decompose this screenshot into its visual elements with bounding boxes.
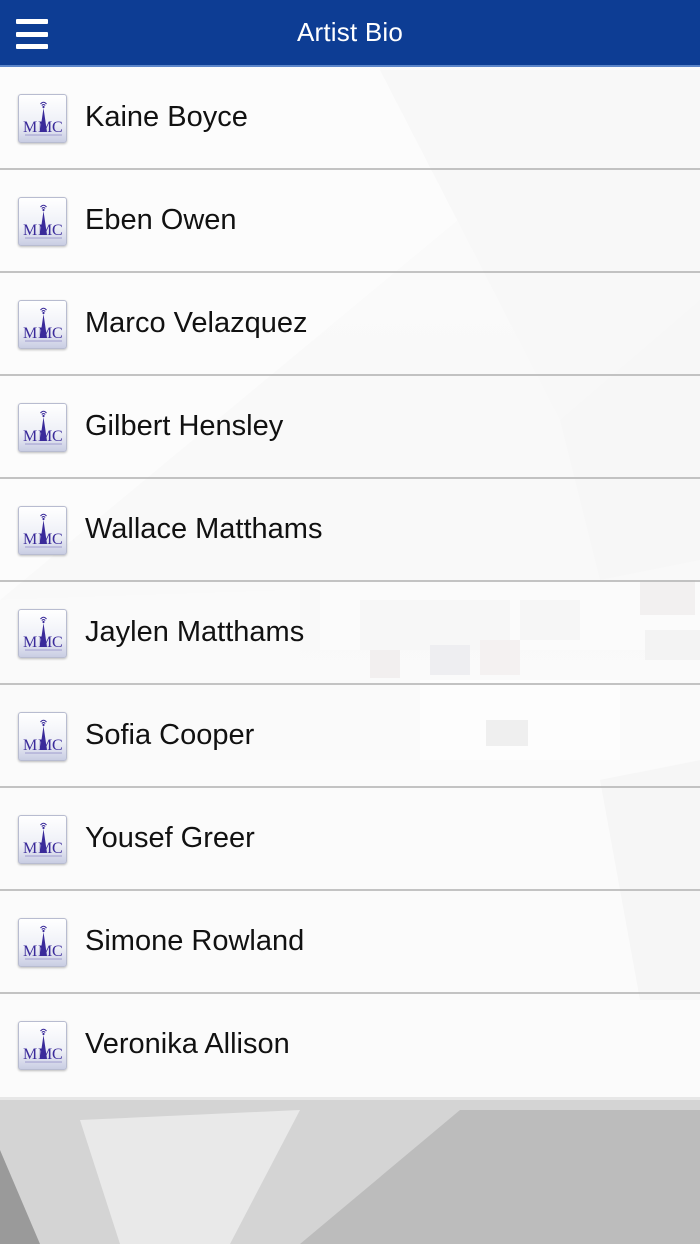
svg-text:C: C bbox=[52, 428, 63, 445]
mmc-logo-icon: M M C bbox=[18, 94, 67, 143]
mmc-logo-icon: M M C bbox=[18, 712, 67, 761]
mmc-logo-icon: M M C bbox=[18, 815, 67, 864]
svg-text:C: C bbox=[52, 943, 63, 960]
mmc-logo-icon: M M C bbox=[18, 918, 67, 967]
svg-text:M: M bbox=[23, 119, 37, 136]
svg-text:M: M bbox=[23, 943, 37, 960]
artist-name: Wallace Matthams bbox=[85, 513, 323, 545]
svg-text:M: M bbox=[38, 222, 52, 239]
svg-text:M: M bbox=[38, 531, 52, 548]
menu-bar bbox=[16, 31, 48, 37]
mmc-logo-icon: M M C bbox=[18, 300, 67, 349]
svg-text:M: M bbox=[23, 634, 37, 651]
svg-text:M: M bbox=[38, 737, 52, 754]
svg-text:M: M bbox=[23, 222, 37, 239]
svg-text:M: M bbox=[23, 737, 37, 754]
artist-row[interactable]: M M C Yousef Greer bbox=[0, 788, 700, 891]
artist-row[interactable]: M M C Jaylen Matthams bbox=[0, 582, 700, 685]
mmc-logo-icon: M M C bbox=[18, 197, 67, 246]
mmc-logo-icon: M M C bbox=[18, 1021, 67, 1070]
menu-bar bbox=[16, 44, 48, 49]
artist-name: Yousef Greer bbox=[85, 822, 255, 854]
artist-list: M M C Kaine Boyce M M C Eben Owen M M C … bbox=[0, 67, 700, 1097]
svg-text:C: C bbox=[52, 634, 63, 651]
artist-row[interactable]: M M C Gilbert Hensley bbox=[0, 376, 700, 479]
artist-row[interactable]: M M C Eben Owen bbox=[0, 170, 700, 273]
artist-name: Kaine Boyce bbox=[85, 101, 248, 133]
mmc-logo-icon: M M C bbox=[18, 403, 67, 452]
artist-row[interactable]: M M C Simone Rowland bbox=[0, 891, 700, 994]
artist-name: Sofia Cooper bbox=[85, 719, 255, 751]
mmc-logo-icon: M M C bbox=[18, 506, 67, 555]
mmc-logo-icon: M M C bbox=[18, 609, 67, 658]
svg-text:M: M bbox=[23, 531, 37, 548]
artist-row[interactable]: M M C Veronika Allison bbox=[0, 994, 700, 1097]
svg-text:C: C bbox=[52, 222, 63, 239]
page-title: Artist Bio bbox=[296, 17, 404, 47]
artist-name: Simone Rowland bbox=[85, 925, 305, 957]
artist-name: Eben Owen bbox=[85, 204, 237, 236]
artist-name: Veronika Allison bbox=[85, 1028, 290, 1060]
svg-text:M: M bbox=[38, 840, 52, 857]
hamburger-menu-icon[interactable] bbox=[16, 19, 50, 49]
svg-text:C: C bbox=[52, 737, 63, 754]
artist-row[interactable]: M M C Sofia Cooper bbox=[0, 685, 700, 788]
svg-text:M: M bbox=[38, 428, 52, 445]
menu-bar bbox=[16, 19, 48, 24]
svg-text:M: M bbox=[38, 943, 52, 960]
svg-text:M: M bbox=[38, 325, 52, 342]
svg-text:M: M bbox=[23, 840, 37, 857]
app-header: Artist Bio bbox=[0, 0, 700, 67]
artist-name: Gilbert Hensley bbox=[85, 410, 284, 442]
svg-text:M: M bbox=[23, 428, 37, 445]
svg-text:C: C bbox=[52, 840, 63, 857]
artist-row[interactable]: M M C Marco Velazquez bbox=[0, 273, 700, 376]
svg-text:M: M bbox=[23, 1046, 37, 1063]
artist-row[interactable]: M M C Kaine Boyce bbox=[0, 67, 700, 170]
svg-text:C: C bbox=[52, 1046, 63, 1063]
svg-text:M: M bbox=[23, 325, 37, 342]
artist-name: Jaylen Matthams bbox=[85, 616, 305, 648]
svg-text:C: C bbox=[52, 325, 63, 342]
artist-name: Marco Velazquez bbox=[85, 307, 308, 339]
svg-text:M: M bbox=[38, 634, 52, 651]
svg-text:M: M bbox=[38, 119, 52, 136]
svg-text:C: C bbox=[52, 531, 63, 548]
svg-text:M: M bbox=[38, 1046, 52, 1063]
svg-text:C: C bbox=[52, 119, 63, 136]
artist-row[interactable]: M M C Wallace Matthams bbox=[0, 479, 700, 582]
